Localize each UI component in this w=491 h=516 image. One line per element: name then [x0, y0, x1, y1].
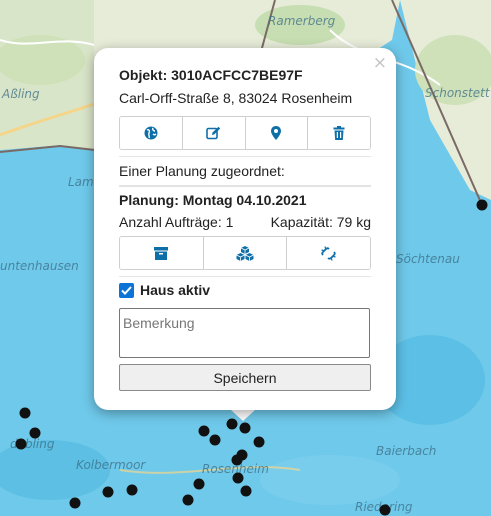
location-marker[interactable] [239, 422, 251, 434]
house-active-label: Haus aktiv [140, 282, 211, 298]
location-marker[interactable] [240, 485, 252, 497]
map-place-label: Lam [68, 175, 94, 189]
edit-icon [206, 126, 221, 140]
map-place-label: untenhausen [0, 259, 79, 273]
divider [119, 156, 371, 157]
unlink-button[interactable] [287, 237, 370, 269]
planning-stats: Anzahl Aufträge: 1 Kapazität: 79 kg [119, 213, 371, 232]
save-button[interactable]: Speichern [119, 364, 371, 391]
remark-field[interactable] [119, 308, 370, 358]
location-marker[interactable] [126, 484, 138, 496]
archive-button[interactable] [120, 237, 204, 269]
globe-icon [144, 126, 158, 140]
planning-action-group [119, 236, 371, 270]
locate-button[interactable] [245, 117, 309, 149]
popup-tip [231, 410, 255, 421]
house-active-row: Haus aktiv [119, 282, 371, 298]
location-marker[interactable] [209, 434, 221, 446]
location-marker[interactable] [15, 438, 27, 450]
assigned-text: Einer Planung zugeordnet: [119, 163, 285, 179]
location-marker[interactable] [231, 454, 243, 466]
divider [119, 185, 371, 187]
archive-icon [154, 246, 169, 260]
location-marker[interactable] [476, 199, 488, 211]
house-active-checkbox[interactable] [119, 282, 134, 298]
location-marker[interactable] [253, 436, 265, 448]
cubes-icon [236, 245, 254, 261]
order-count: Anzahl Aufträge: 1 [119, 214, 234, 230]
location-marker[interactable] [69, 497, 81, 509]
divider [119, 276, 371, 277]
edit-button[interactable] [182, 117, 246, 149]
object-id-label: Objekt: 3010ACFCC7BE97F [119, 67, 303, 83]
close-icon[interactable]: × [373, 53, 387, 73]
globe-button[interactable] [120, 117, 183, 149]
location-marker[interactable] [193, 478, 205, 490]
location-marker[interactable] [102, 486, 114, 498]
location-marker[interactable] [29, 427, 41, 439]
capacity-value: Kapazität: 79 kg [270, 214, 371, 230]
map-place-label: Kolbermoor [76, 458, 146, 472]
object-address: Carl-Orff-Straße 8, 83024 Rosenheim [119, 90, 353, 106]
location-marker[interactable] [182, 494, 194, 506]
map-place-label: Ramerberg [268, 14, 336, 28]
unlink-icon [321, 245, 336, 261]
delete-button[interactable] [308, 117, 370, 149]
map-place-label: Baierbach [376, 444, 437, 458]
cubes-button[interactable] [203, 237, 288, 269]
trash-icon [333, 126, 345, 140]
object-action-group [119, 116, 371, 150]
check-icon [121, 285, 132, 295]
location-marker[interactable] [232, 472, 244, 484]
map-place-label: Schonstett [425, 86, 490, 100]
lake-shape [260, 455, 400, 505]
map-place-label: Aßling [2, 87, 40, 101]
map-place-label: Söchtenau [396, 252, 460, 266]
object-popup: × Objekt: 3010ACFCC7BE97F Carl-Orff-Stra… [94, 48, 396, 410]
map-marker-icon [271, 126, 282, 140]
location-marker[interactable] [198, 425, 210, 437]
planning-label: Planung: Montag 04.10.2021 [119, 192, 307, 208]
location-marker[interactable] [19, 407, 31, 419]
